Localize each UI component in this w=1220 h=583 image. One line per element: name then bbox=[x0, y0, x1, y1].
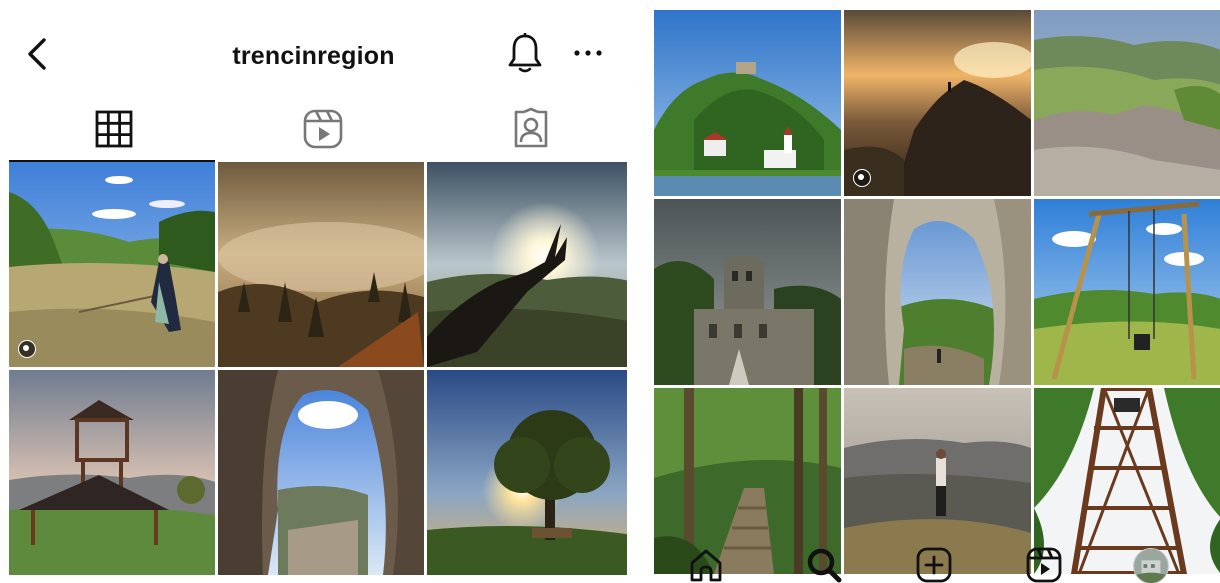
post-tile-rock-arch-view[interactable] bbox=[218, 370, 424, 575]
post-tile-hand-sunburst[interactable] bbox=[427, 162, 627, 367]
grid-icon bbox=[95, 110, 133, 148]
profile-screen: trencinregion bbox=[0, 0, 627, 583]
castle-hill-village-photo bbox=[654, 10, 841, 196]
giant-swing-photo bbox=[1034, 199, 1220, 385]
rock-sunset-hiker-photo bbox=[844, 10, 1031, 196]
profile-avatar-icon bbox=[1134, 549, 1168, 583]
tagged-person-icon bbox=[514, 107, 548, 148]
post-grid bbox=[9, 162, 627, 575]
rock-arch-hiker-photo bbox=[844, 199, 1031, 385]
post-tile-lone-tree-sunset[interactable] bbox=[427, 370, 627, 575]
post-tile-giant-swing[interactable] bbox=[1034, 199, 1220, 385]
nav-profile-button[interactable] bbox=[1133, 548, 1169, 583]
post-tile-castle-hill-village[interactable] bbox=[654, 10, 841, 196]
tab-tagged[interactable] bbox=[508, 106, 554, 152]
post-tile-rocky-ridge-valley[interactable] bbox=[1034, 10, 1220, 196]
post-tile-wooden-lookout-tower[interactable] bbox=[9, 370, 215, 575]
hand-sunburst-photo bbox=[427, 162, 627, 367]
meadow-haymaker-photo bbox=[9, 162, 215, 367]
nav-create-button[interactable] bbox=[915, 546, 953, 583]
nav-search-button[interactable] bbox=[805, 546, 843, 583]
foggy-forest-photo bbox=[218, 162, 424, 367]
post-tile-rock-sunset-hiker[interactable] bbox=[844, 10, 1031, 196]
lone-tree-sunset-photo bbox=[427, 370, 627, 575]
rocky-ridge-valley-photo bbox=[1034, 10, 1220, 196]
tab-grid[interactable] bbox=[91, 106, 137, 152]
reels-icon bbox=[1026, 547, 1062, 583]
post-tile-foggy-forest[interactable] bbox=[218, 162, 424, 367]
profile-header: trencinregion bbox=[0, 18, 627, 88]
search-icon bbox=[807, 548, 842, 583]
reel-badge-icon bbox=[853, 169, 871, 187]
home-icon bbox=[690, 549, 722, 582]
post-tile-meadow-haymaker[interactable] bbox=[9, 162, 215, 367]
post-grid bbox=[654, 10, 1220, 574]
bottom-navigation bbox=[649, 540, 1220, 583]
profile-tabs bbox=[0, 100, 627, 158]
castle-ruins-photo bbox=[654, 199, 841, 385]
post-tile-rock-arch-hiker[interactable] bbox=[844, 199, 1031, 385]
post-tile-castle-ruins[interactable] bbox=[654, 199, 841, 385]
wooden-lookout-tower-photo bbox=[9, 370, 215, 575]
more-options-button[interactable] bbox=[572, 40, 604, 66]
rock-arch-view-photo bbox=[218, 370, 424, 575]
nav-reels-button[interactable] bbox=[1025, 546, 1063, 583]
reels-icon bbox=[303, 109, 343, 149]
notifications-button[interactable] bbox=[506, 32, 544, 74]
plus-square-icon bbox=[916, 547, 952, 583]
profile-screen-scrolled bbox=[649, 0, 1220, 583]
bell-icon bbox=[508, 33, 542, 73]
reel-badge-icon bbox=[18, 340, 36, 358]
more-horizontal-icon bbox=[574, 50, 602, 56]
tab-reels[interactable] bbox=[300, 106, 346, 152]
nav-home-button[interactable] bbox=[687, 546, 725, 583]
